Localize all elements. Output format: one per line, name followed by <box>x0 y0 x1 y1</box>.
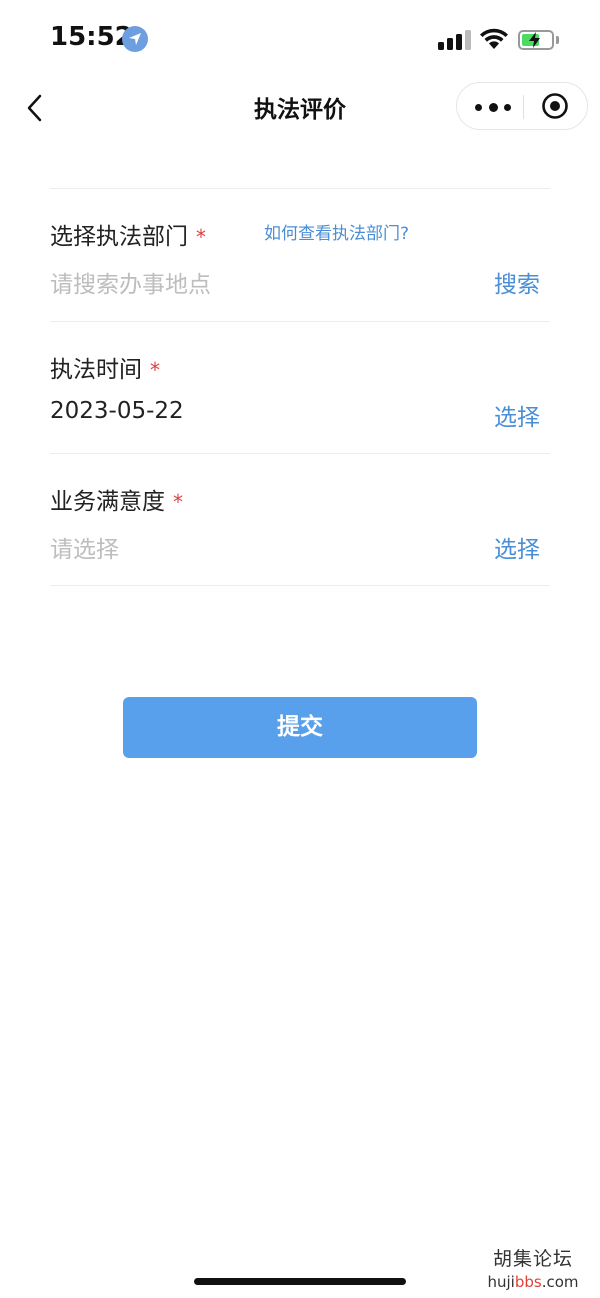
divider <box>50 453 550 454</box>
wifi-icon <box>480 28 508 49</box>
watermark-url: hujibbs.com <box>487 1273 579 1291</box>
miniprogram-capsule <box>456 82 588 130</box>
select-satisfaction-button[interactable]: 选择 <box>494 530 540 564</box>
divider <box>50 585 550 586</box>
status-time: 15:52 <box>50 22 133 52</box>
close-button[interactable] <box>541 92 569 120</box>
submit-button[interactable]: 提交 <box>123 697 477 758</box>
divider <box>50 188 550 189</box>
time-value[interactable]: 2023-05-22 <box>50 398 184 424</box>
time-label: 执法时间 * <box>50 357 160 383</box>
watermark-text: 胡集论坛 <box>492 1248 573 1270</box>
capsule-divider <box>523 95 524 119</box>
nav-bar: 执法评价 <box>0 80 600 136</box>
more-icon <box>475 104 482 111</box>
more-icon <box>504 104 511 111</box>
home-indicator[interactable] <box>194 1278 406 1285</box>
search-button[interactable]: 搜索 <box>494 265 540 299</box>
required-mark: * <box>173 490 183 514</box>
select-time-button[interactable]: 选择 <box>494 398 540 432</box>
location-icon <box>122 26 148 52</box>
divider <box>50 321 550 322</box>
help-link-department[interactable]: 如何查看执法部门? <box>264 219 409 244</box>
close-target-icon <box>542 93 568 119</box>
required-mark: * <box>150 358 160 382</box>
battery-charging-icon <box>518 30 554 50</box>
department-search-input[interactable]: 请搜索办事地点 <box>50 265 211 299</box>
watermark: 胡集论坛 hujibbs.com <box>476 1244 590 1291</box>
more-icon <box>489 103 498 112</box>
required-mark: * <box>196 225 206 249</box>
signal-icon <box>438 30 471 50</box>
satisfaction-select[interactable]: 请选择 <box>50 530 119 564</box>
battery-tip <box>556 36 559 44</box>
department-label: 选择执法部门 * <box>50 224 206 250</box>
satisfaction-label: 业务满意度 * <box>50 489 183 515</box>
status-bar: 15:52 <box>0 0 600 80</box>
more-button[interactable] <box>473 95 513 119</box>
